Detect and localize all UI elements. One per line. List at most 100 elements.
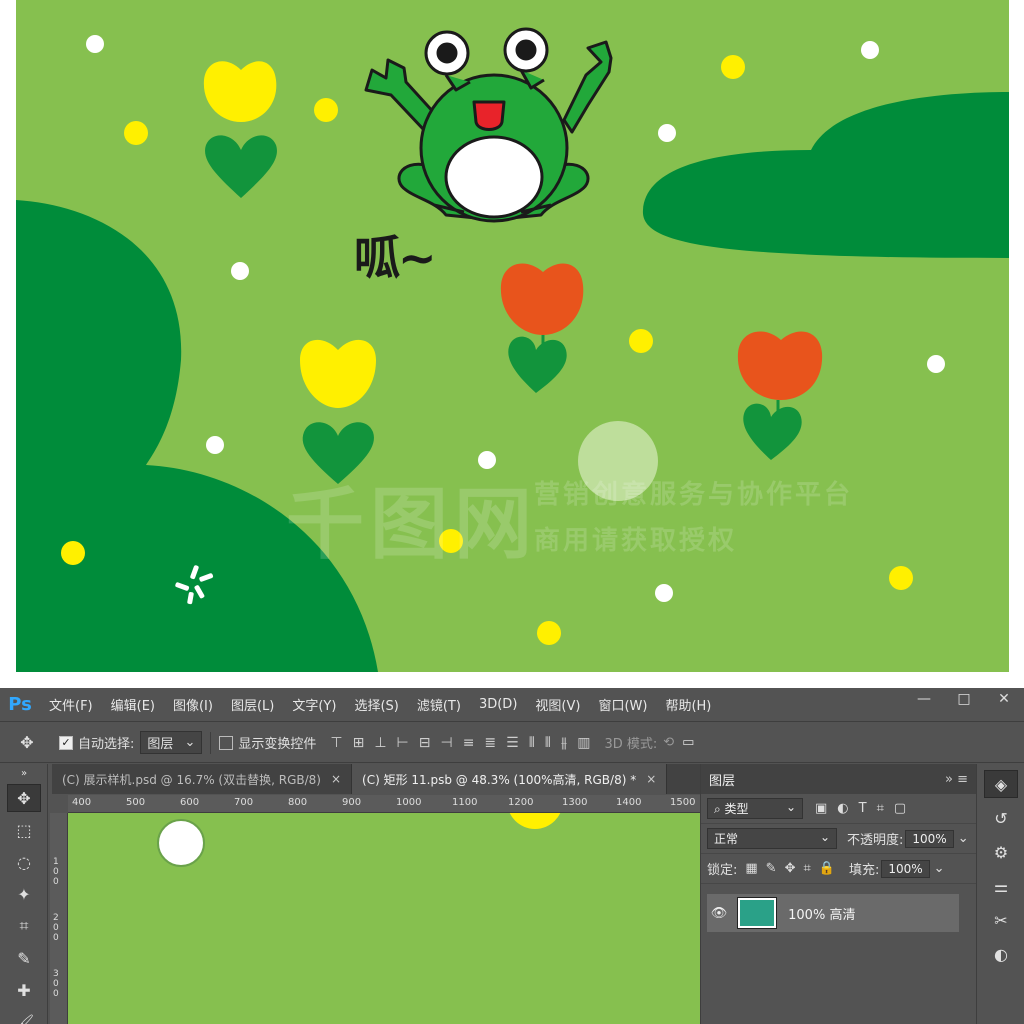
mode-3d-label: 3D 模式:	[604, 737, 658, 752]
menu-3d[interactable]: 3D(D)	[470, 697, 526, 712]
checkbox-unchecked-icon	[219, 735, 234, 750]
chevron-down-icon[interactable]: ⌄	[934, 861, 945, 876]
layer-row[interactable]: 👁 ⧉ 100% 高清	[707, 894, 959, 932]
close-icon[interactable]: ×	[646, 772, 656, 786]
menu-select[interactable]: 选择(S)	[345, 695, 407, 714]
styles-icon[interactable]: ◐	[984, 940, 1018, 968]
marquee-icon[interactable]: ⬚	[7, 816, 41, 844]
align-bottom-icon[interactable]: ⊥	[374, 735, 386, 751]
workspace-icon[interactable]: ▭	[682, 735, 694, 750]
mode-3d: 3D 模式: ⟲	[604, 733, 674, 752]
ruler-tick: 900	[342, 797, 362, 808]
horizontal-ruler: 400 500 600 700 800 900 1000 1100 1200 1…	[68, 795, 700, 813]
menu-image[interactable]: 图像(I)	[164, 695, 222, 714]
blend-mode-dropdown[interactable]: 正常 ⌄	[707, 828, 837, 849]
layers-icon[interactable]: ◈	[984, 770, 1018, 798]
document-tabs: (C) 展示样机.psd @ 16.7% (双击替换, RGB/8) × (C)…	[52, 764, 700, 794]
ruler-tick: 100	[53, 857, 59, 887]
croak-text: 呱~	[354, 231, 437, 285]
auto-select-checkbox[interactable]: ✓ 自动选择:	[59, 733, 134, 752]
document-canvas[interactable]	[68, 813, 700, 1024]
layers-panel: 图层 » ≡ ⌕ 类型 ⌄ ▣◐T⌗▢ 正常 ⌄ 不透明度: 100% ⌄ 锁定…	[700, 764, 976, 1024]
auto-select-dropdown[interactable]: 图层 ⌄	[140, 731, 203, 754]
opacity-label: 不透明度:	[847, 833, 904, 848]
magic-wand-icon[interactable]: ✦	[7, 880, 41, 908]
show-transform-checkbox[interactable]: 显示变换控件	[219, 733, 316, 752]
brush-icon[interactable]: 🖌	[7, 1008, 41, 1024]
fill-label: 填充:	[848, 863, 880, 878]
chevron-down-icon: ⌄	[785, 800, 796, 814]
align-vcenter-icon[interactable]: ⊞	[353, 735, 365, 751]
auto-align-icon[interactable]: ▥	[577, 735, 590, 751]
layer-filter-dropdown[interactable]: ⌕ 类型 ⌄	[707, 798, 803, 819]
tab-label: (C) 矩形 11.psb @ 48.3% (100%高清, RGB/8) *	[362, 772, 637, 787]
menu-file[interactable]: 文件(F)	[40, 695, 102, 714]
ruler-tick: 1400	[616, 797, 642, 808]
menu-view[interactable]: 视图(V)	[526, 695, 589, 714]
properties-icon[interactable]: ⚙	[984, 838, 1018, 866]
align-top-icon[interactable]: ⊤	[330, 735, 342, 751]
auto-select-label: 自动选择:	[78, 737, 135, 752]
history-icon[interactable]: ↺	[984, 804, 1018, 832]
close-button[interactable]: ✕	[984, 688, 1024, 710]
photoshop-window: Ps 文件(F) 编辑(E) 图像(I) 图层(L) 文字(Y) 选择(S) 滤…	[0, 688, 1024, 1024]
menu-type[interactable]: 文字(Y)	[283, 695, 345, 714]
collapse-toolbar-icon[interactable]: »	[7, 766, 41, 780]
toolbox: » ✥ ⬚ ◌ ✦ ⌗ ✎ ✚ 🖌	[0, 764, 48, 1024]
fill-field[interactable]: 100%	[881, 859, 930, 878]
blend-row: 正常 ⌄ 不透明度: 100% ⌄	[701, 824, 976, 854]
distribute-left-icon[interactable]: ⦀	[529, 735, 535, 751]
ruler-tick: 800	[288, 797, 308, 808]
frog	[364, 27, 613, 223]
blend-mode-value: 正常	[714, 832, 739, 846]
healing-icon[interactable]: ✚	[7, 976, 41, 1004]
menu-window[interactable]: 窗口(W)	[589, 695, 656, 714]
layer-filter-row: ⌕ 类型 ⌄ ▣◐T⌗▢	[701, 794, 976, 824]
eye-icon[interactable]: 👁	[707, 906, 731, 921]
tab-mockup[interactable]: (C) 展示样机.psd @ 16.7% (双击替换, RGB/8) ×	[52, 764, 353, 794]
crop-icon[interactable]: ⌗	[7, 912, 41, 940]
move-tool-icon[interactable]: ✥	[7, 784, 41, 812]
menu-bar: Ps 文件(F) 编辑(E) 图像(I) 图层(L) 文字(Y) 选择(S) 滤…	[0, 688, 1024, 722]
eyedropper-icon[interactable]: ✎	[7, 944, 41, 972]
distribute-vcenter-icon[interactable]: ≣	[484, 735, 496, 751]
align-hcenter-icon[interactable]: ⊟	[419, 735, 431, 751]
align-right-icon[interactable]: ⊣	[440, 735, 452, 751]
distribute-hcenter-icon[interactable]: ⫴	[545, 735, 551, 751]
menu-help[interactable]: 帮助(H)	[656, 695, 720, 714]
menu-layer[interactable]: 图层(L)	[222, 695, 283, 714]
move-icon[interactable]: ✥	[10, 729, 44, 757]
adjustments-icon[interactable]: ⚌	[984, 872, 1018, 900]
watermark-line-2: 商用请获取授权	[534, 526, 738, 556]
menu-filter[interactable]: 滤镜(T)	[408, 695, 470, 714]
watermark-logo: 千图网	[286, 480, 539, 570]
menu-edit[interactable]: 编辑(E)	[102, 695, 164, 714]
ruler-tick: 700	[234, 797, 254, 808]
distribute-bottom-icon[interactable]: ☰	[506, 735, 519, 751]
show-transform-label: 显示变换控件	[238, 737, 317, 752]
layer-name: 100% 高清	[788, 907, 856, 923]
ruler-tick: 400	[72, 797, 92, 808]
distribute-top-icon[interactable]: ≡	[463, 735, 475, 751]
ruler-tick: 1500	[670, 797, 696, 808]
minimize-button[interactable]: —	[904, 688, 944, 710]
auto-select-value: 图层	[147, 737, 174, 752]
layers-panel-header: 图层 » ≡	[701, 764, 976, 794]
panel-menu-icon[interactable]: » ≡	[945, 772, 968, 787]
distribute-right-icon[interactable]: ⫵	[561, 735, 567, 751]
tab-rectangle[interactable]: (C) 矩形 11.psb @ 48.3% (100%高清, RGB/8) * …	[352, 764, 668, 794]
chevron-down-icon[interactable]: ⌄	[958, 831, 969, 846]
layers-panel-title: 图层	[709, 773, 736, 789]
right-dock: ◈ ↺ ⚙ ⚌ ✂ ◐	[976, 764, 1024, 1024]
close-icon[interactable]: ×	[331, 772, 341, 786]
filter-icons: ▣◐T⌗▢	[815, 801, 917, 816]
opacity-field[interactable]: 100%	[905, 829, 954, 848]
lasso-icon[interactable]: ◌	[7, 848, 41, 876]
window-controls: — □ ✕	[904, 688, 1024, 710]
chevron-down-icon: ⌄	[819, 830, 830, 844]
maximize-button[interactable]: □	[944, 688, 984, 710]
orbit-3d-icon[interactable]: ⟲	[663, 735, 674, 750]
lock-icons[interactable]: ▦✎✥⌗🔒	[745, 861, 843, 876]
align-left-icon[interactable]: ⊢	[397, 735, 409, 751]
tools-icon[interactable]: ✂	[984, 906, 1018, 934]
